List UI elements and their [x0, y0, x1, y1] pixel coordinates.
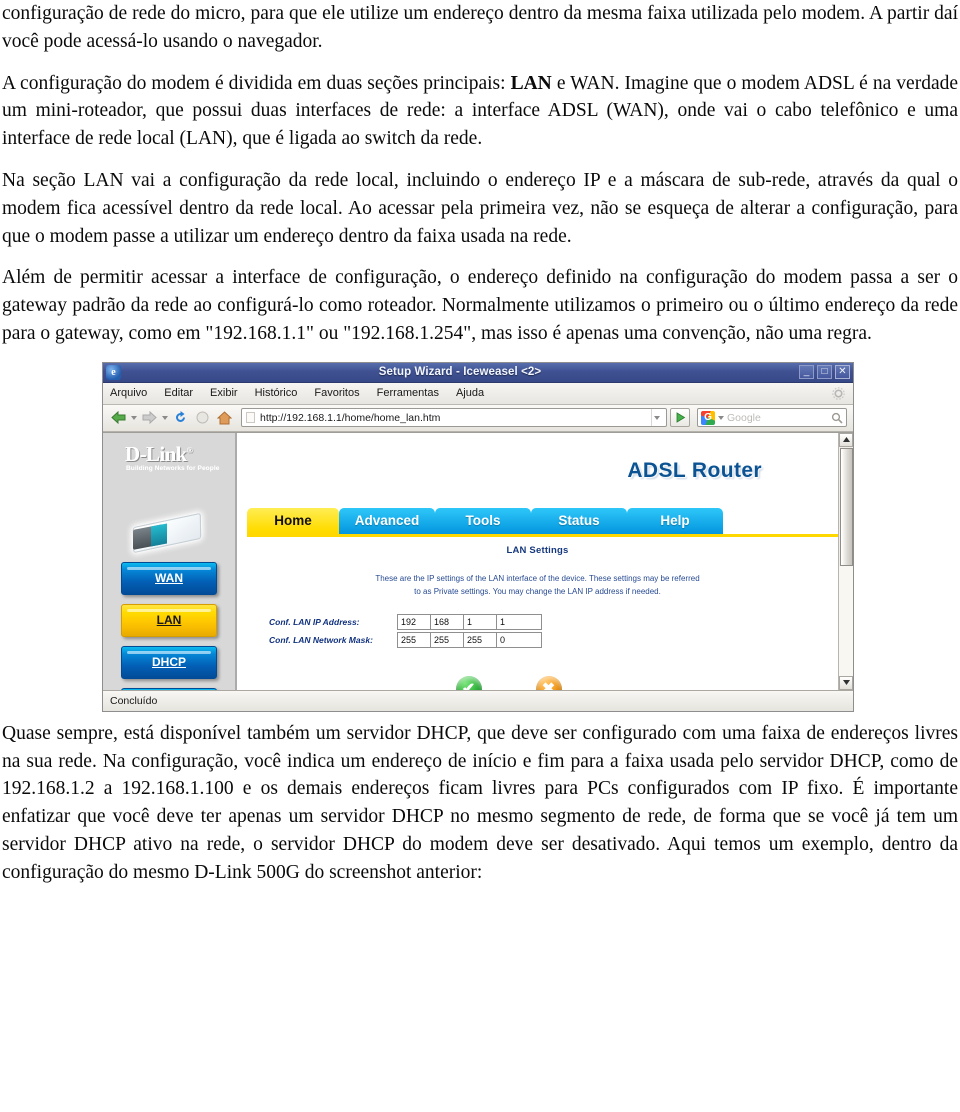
- sidebar-label-dhcp: DHCP: [151, 655, 186, 670]
- menu-favoritos[interactable]: Favoritos: [314, 387, 359, 399]
- lan-settings-form: LAN Settings These are the IP settings o…: [237, 537, 838, 690]
- menu-historico[interactable]: Histórico: [255, 387, 298, 399]
- sidebar-item-lan[interactable]: LAN: [121, 603, 217, 637]
- sidebar-item-wan[interactable]: WAN: [121, 561, 217, 595]
- paragraph-1: configuração de rede do micro, para que …: [2, 3, 958, 52]
- lan-ip-octet-2[interactable]: 168: [430, 613, 463, 630]
- menu-arquivo[interactable]: Arquivo: [110, 387, 147, 399]
- tab-advanced[interactable]: Advanced: [339, 507, 435, 534]
- label-lan-network-mask: Conf. LAN Network Mask:: [269, 634, 373, 645]
- menu-ajuda[interactable]: Ajuda: [456, 387, 484, 399]
- lan-ip-octet-1[interactable]: 192: [397, 613, 430, 630]
- panel-description: These are the IP settings of the LAN int…: [375, 573, 700, 596]
- gear-icon[interactable]: [832, 386, 845, 400]
- tab-help[interactable]: Help: [627, 507, 723, 534]
- lan-mask-octet-1[interactable]: 255: [397, 631, 430, 648]
- sidebar-item-dhcp[interactable]: DHCP: [121, 645, 217, 679]
- search-icon[interactable]: [831, 412, 843, 424]
- menu-exibir[interactable]: Exibir: [210, 387, 238, 399]
- forward-button: [140, 408, 159, 427]
- sidebar-label-wan: WAN: [155, 571, 183, 586]
- apply-button[interactable]: ✔ Apply: [441, 675, 497, 690]
- dlink-brand-text: D-Link: [125, 441, 187, 466]
- lan-mask-octet-group: 255 255 255 0: [397, 631, 542, 648]
- menu-ferramentas[interactable]: Ferramentas: [377, 387, 439, 399]
- paragraph-4: Além de permitir acessar a interface de …: [2, 267, 958, 344]
- check-icon: ✔: [455, 675, 482, 690]
- x-icon: ✖: [535, 675, 562, 690]
- back-button[interactable]: [109, 408, 128, 427]
- browser-navbar: http://192.168.1.1/home/home_lan.htm G G…: [103, 404, 853, 432]
- router-device-image: [125, 512, 209, 554]
- go-button[interactable]: [670, 408, 690, 428]
- field-row-lan-ip: Conf. LAN IP Address: 192 168 1 1: [247, 613, 828, 630]
- field-row-lan-mask: Conf. LAN Network Mask: 255 255 255 0: [247, 631, 828, 648]
- stop-button: [193, 408, 212, 427]
- scroll-up-icon[interactable]: [839, 432, 853, 447]
- window-title: Setup Wizard - Iceweasel <2>: [378, 366, 542, 379]
- tab-status[interactable]: Status: [531, 507, 627, 534]
- home-button[interactable]: [215, 408, 234, 427]
- lan-mask-octet-4[interactable]: 0: [496, 631, 542, 648]
- address-bar[interactable]: http://192.168.1.1/home/home_lan.htm: [241, 408, 667, 428]
- vertical-scrollbar[interactable]: [838, 432, 853, 690]
- lan-ip-octet-3[interactable]: 1: [463, 613, 496, 630]
- close-button[interactable]: ✕: [835, 365, 850, 380]
- favicon-placeholder-icon: [246, 412, 255, 424]
- sidebar-item-dns[interactable]: DNS: [121, 687, 217, 690]
- window-controls: _ □ ✕: [799, 365, 850, 380]
- scroll-down-icon[interactable]: [839, 675, 853, 690]
- back-dropdown-icon[interactable]: [131, 415, 137, 420]
- tab-tools[interactable]: Tools: [435, 507, 531, 534]
- browser-statusbar: Concluído: [103, 689, 853, 711]
- reload-button[interactable]: [171, 408, 190, 427]
- maximize-button[interactable]: □: [817, 365, 832, 380]
- document-page: configuração de rede do micro, para que …: [0, 0, 960, 1112]
- dlink-trademark: ®: [186, 445, 193, 455]
- search-engine-dropdown-icon[interactable]: [718, 415, 724, 420]
- browser-titlebar: e Setup Wizard - Iceweasel <2> _ □ ✕: [103, 362, 853, 383]
- lan-ip-octet-group: 192 168 1 1: [397, 613, 542, 630]
- router-tabbar: Home Advanced Tools Status Help: [237, 505, 838, 534]
- forward-dropdown-icon: [162, 415, 168, 420]
- browser-window-screenshot: e Setup Wizard - Iceweasel <2> _ □ ✕ Arq…: [102, 361, 854, 712]
- minimize-button[interactable]: _: [799, 365, 814, 380]
- lan-mask-octet-2[interactable]: 255: [430, 631, 463, 648]
- tab-home[interactable]: Home: [247, 507, 339, 534]
- browser-menubar: Arquivo Editar Exibir Histórico Favorito…: [103, 382, 853, 405]
- url-text: http://192.168.1.1/home/home_lan.htm: [260, 411, 441, 424]
- search-placeholder: Google: [727, 411, 761, 424]
- paragraph-2: A configuração do modem é dividida em du…: [2, 70, 958, 153]
- panel-heading: LAN Settings: [506, 544, 569, 556]
- menu-editar[interactable]: Editar: [164, 387, 193, 399]
- url-dropdown-icon[interactable]: [651, 409, 662, 427]
- lan-ip-octet-4[interactable]: 1: [496, 613, 542, 630]
- scrollbar-track[interactable]: [839, 565, 853, 676]
- cancel-button[interactable]: ✖ Cancel: [521, 675, 577, 690]
- label-lan-ip-address: Conf. LAN IP Address:: [269, 616, 360, 627]
- search-box[interactable]: G Google: [697, 408, 847, 428]
- router-web-page: D-Link® Building Networks for People ADS…: [103, 432, 838, 690]
- paragraph-2-before: A configuração do modem é dividida em du…: [2, 72, 511, 94]
- google-icon[interactable]: G: [701, 410, 715, 425]
- paragraph-3: Na seção LAN vai a configuração da rede …: [2, 169, 958, 247]
- form-actions: ✔ Apply ✖ Cancel: [247, 675, 828, 690]
- dlink-tagline: Building Networks for People: [126, 464, 220, 472]
- paragraph-2-bold: LAN: [510, 72, 552, 94]
- sidebar-label-lan: LAN: [156, 613, 182, 628]
- product-title: ADSL Router: [627, 458, 762, 482]
- iceweasel-icon: e: [106, 364, 121, 380]
- scrollbar-thumb[interactable]: [839, 447, 853, 566]
- dlink-logo: D-Link®: [125, 441, 193, 467]
- status-text: Concluído: [110, 694, 158, 707]
- paragraph-5: Quase sempre, está disponível também um …: [2, 722, 958, 883]
- lan-mask-octet-3[interactable]: 255: [463, 631, 496, 648]
- browser-viewport: D-Link® Building Networks for People ADS…: [103, 431, 853, 690]
